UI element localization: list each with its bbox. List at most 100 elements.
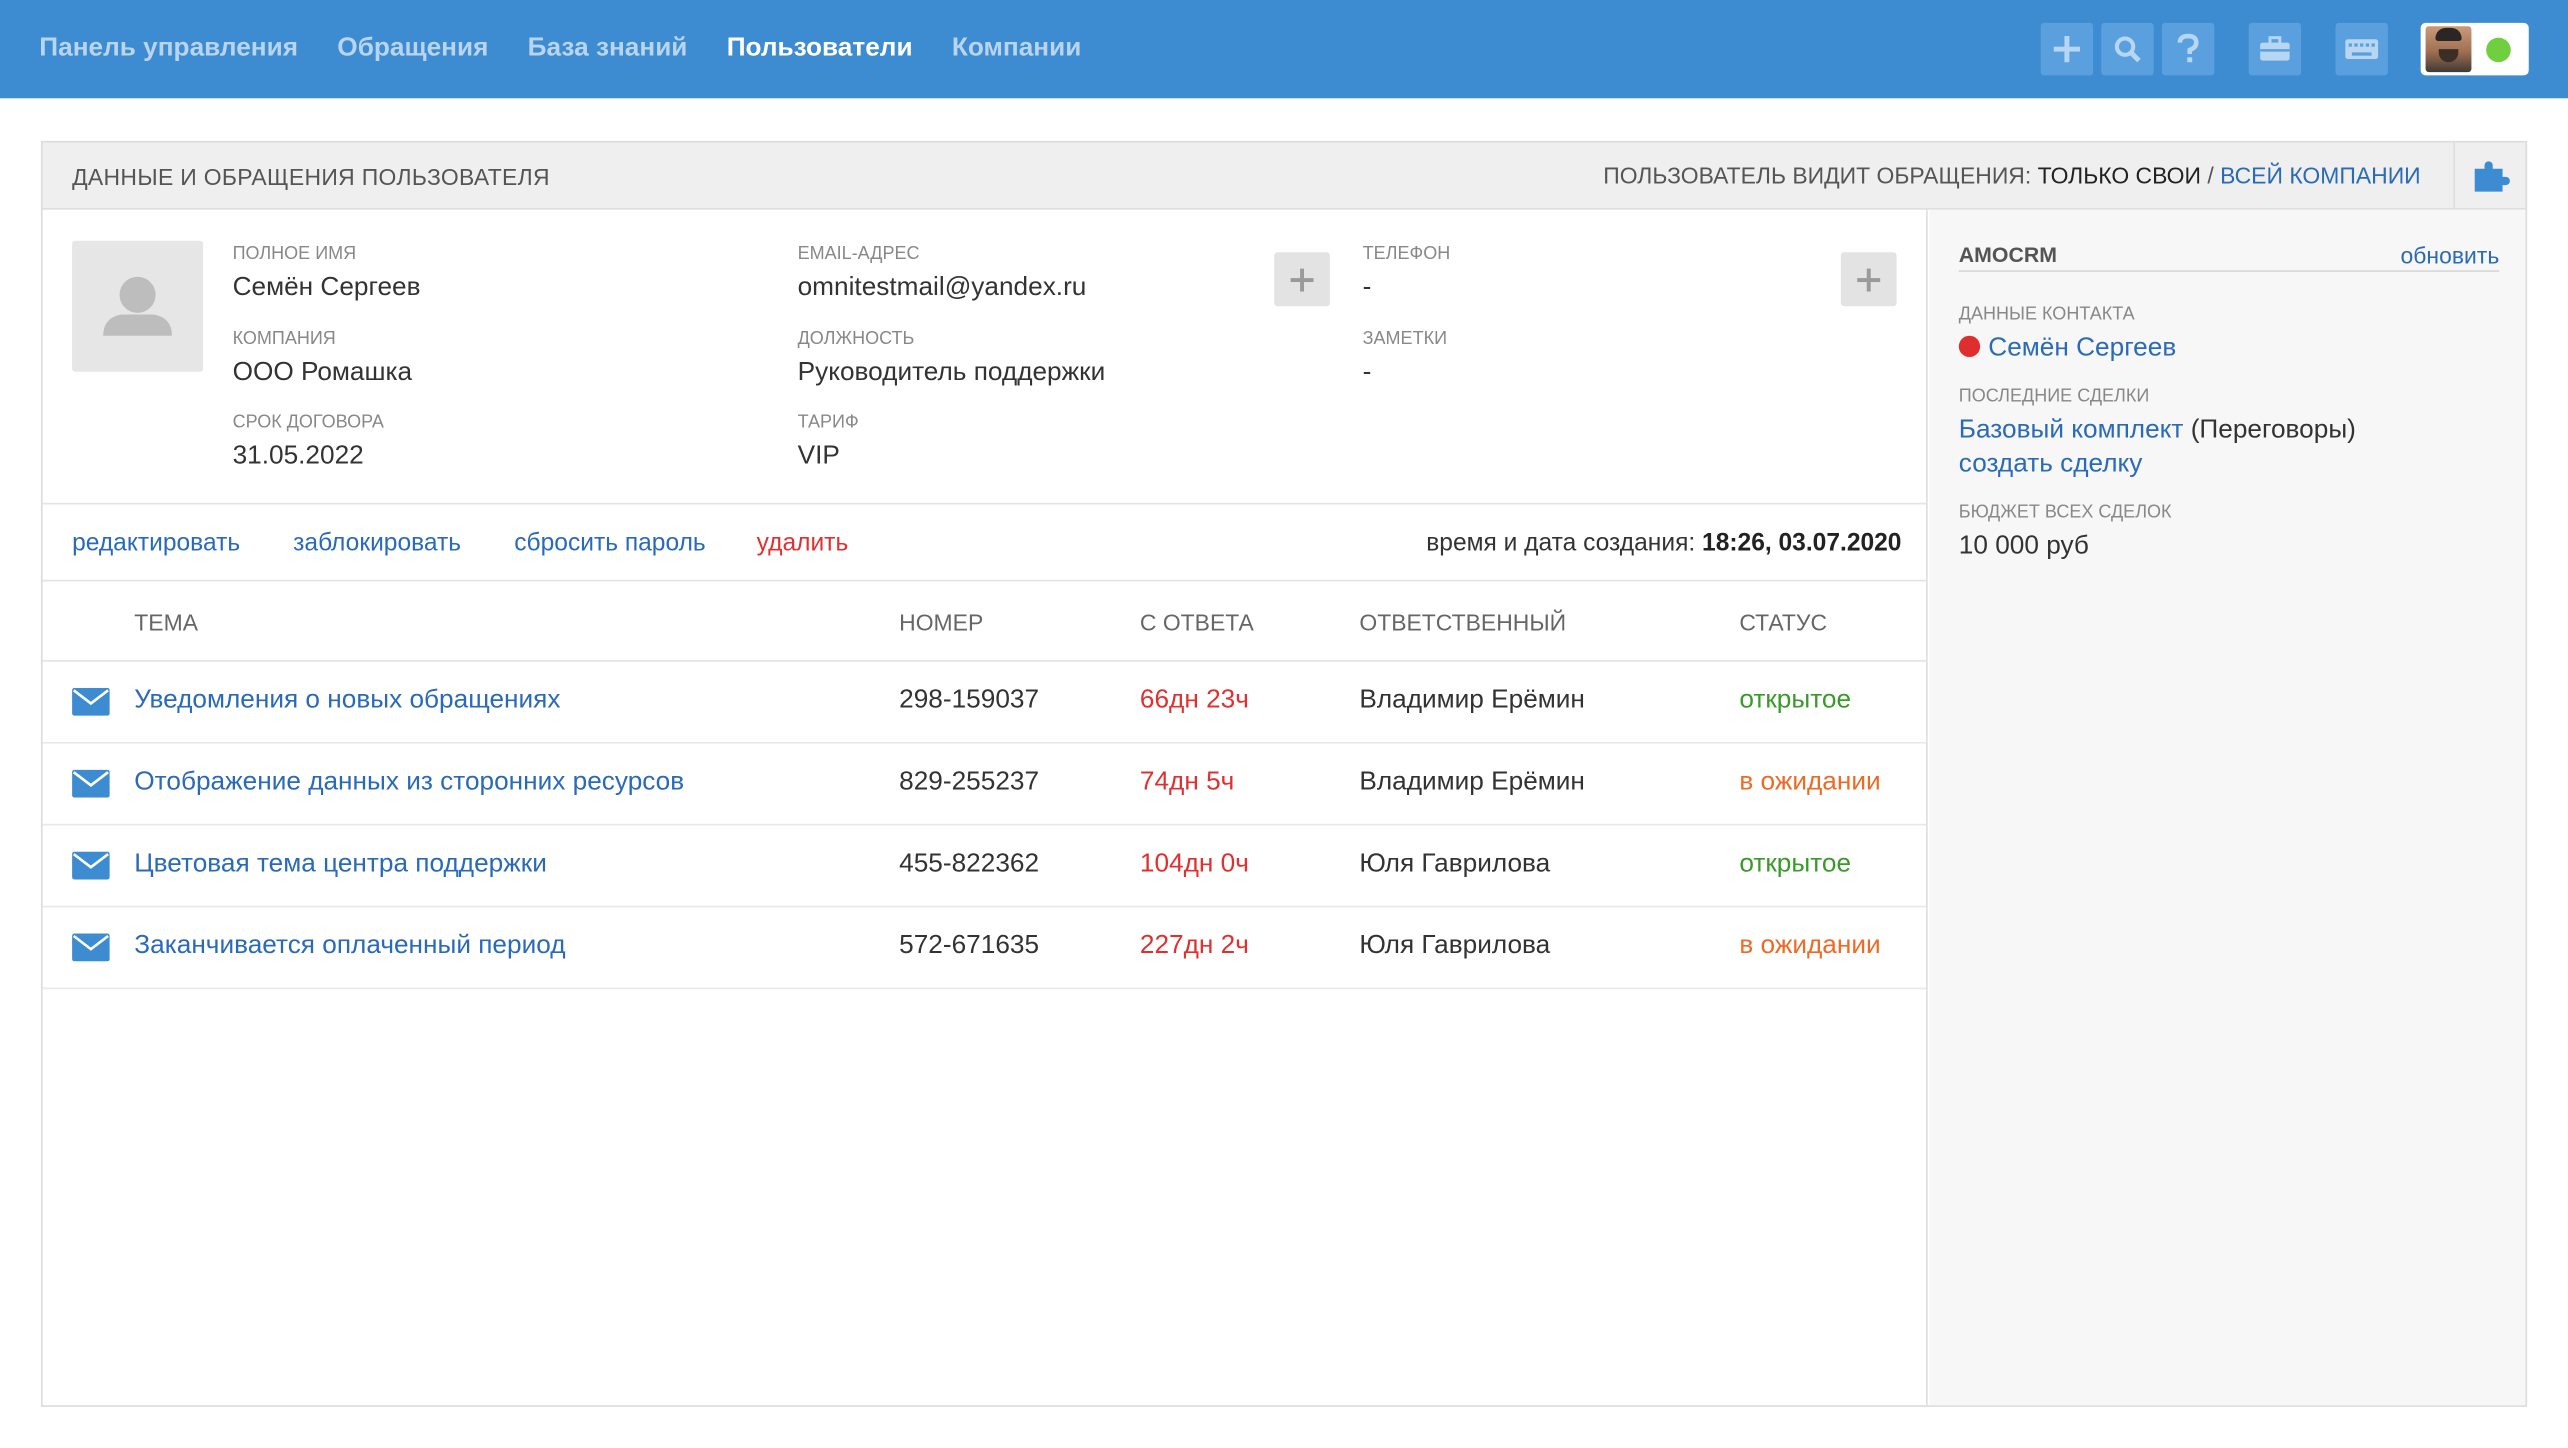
budget-label: Бюджет всех сделок [1958, 502, 2172, 523]
header-assignee[interactable]: Ответственный [1359, 609, 1566, 635]
email-label: Email-адрес [797, 244, 920, 264]
ticket-status: в ожидании [1739, 931, 1881, 960]
header-subject[interactable]: Тема [134, 609, 198, 635]
tariff-label: Тариф [797, 412, 859, 433]
plus-icon [2053, 36, 2081, 63]
ticket-assignee: Юля Гаврилова [1359, 931, 1551, 960]
ticket-since-reply: 74дн 5ч [1139, 768, 1235, 796]
keyboard-button[interactable] [2335, 22, 2388, 76]
ticket-assignee: Юля Гаврилова [1359, 850, 1551, 878]
ticket-subject[interactable]: Отображение данных из сторонних ресурсов [134, 768, 684, 797]
notes-label: Заметки [1362, 329, 1448, 349]
visibility-own-only: только свои [2037, 162, 2201, 189]
position-label: Должность [797, 329, 915, 349]
header-number[interactable]: Номер [899, 609, 983, 635]
add-email-button[interactable] [1274, 252, 1330, 307]
ticket-number: 455-822362 [899, 850, 1040, 878]
company-value: ООО Ромашка [232, 358, 413, 387]
reset-password-link[interactable]: сбросить пароль [514, 529, 705, 557]
create-button[interactable] [2040, 22, 2094, 76]
ticket-since-reply: 104дн 0ч [1139, 850, 1249, 878]
edit-user-link[interactable]: редактировать [72, 529, 240, 557]
ticket-subject[interactable]: Заканчивается оплаченный период [134, 932, 565, 961]
contact-value: Семён Сергеев [1958, 334, 2176, 363]
ticket-subject[interactable]: Уведомления о новых обращениях [134, 686, 560, 715]
user-actions-bar: редактировать заблокировать сбросить пар… [42, 502, 1927, 582]
fullname-field: Полное имя Семён Сергеев [233, 244, 421, 305]
contract-field: Срок договора 31.05.2022 [233, 413, 384, 474]
nav-item-users[interactable]: Пользователи [727, 34, 913, 63]
crm-refresh-link[interactable]: обновить [2401, 242, 2500, 268]
header-status[interactable]: Статус [1739, 609, 1827, 635]
contact-status-dot [1958, 335, 1981, 358]
create-deal-link[interactable]: создать сделку [1959, 450, 2143, 478]
email-value: omnitestmail@yandex.ru [797, 273, 1087, 302]
envelope-icon [72, 769, 110, 798]
nav-item-tickets[interactable]: Обращения [337, 34, 488, 63]
panel-header: Данные и обращения пользователя Пользова… [42, 142, 2526, 210]
plus-icon [1290, 267, 1314, 291]
notes-field: Заметки - [1363, 329, 1447, 390]
visibility-prefix: Пользователь видит обращения: [1603, 162, 2032, 189]
budget-value: 10 000 руб [1958, 532, 2089, 561]
user-silhouette-icon [103, 276, 172, 336]
created-at-label: время и дата создания: [1426, 529, 1696, 557]
user-panel: Данные и обращения пользователя Пользова… [40, 140, 2528, 1407]
ticket-status: открытое [1739, 686, 1852, 715]
user-photo-placeholder [72, 240, 204, 372]
visibility-whole-company-link[interactable]: всей компании [2220, 162, 2421, 188]
company-field: Компания ООО Ромашка [233, 329, 413, 390]
ticket-since-reply: 66дн 23ч [1139, 686, 1249, 715]
tickets-table: Тема Номер С ответа Ответственный Статус… [42, 580, 1927, 990]
deal-name-link[interactable]: Базовый комплект [1959, 416, 2184, 444]
table-row[interactable]: Заканчивается оплаченный период 572-6716… [42, 907, 1927, 990]
visibility-separator: / [2207, 162, 2214, 189]
contract-label: Срок договора [232, 412, 384, 433]
add-phone-button[interactable] [1840, 252, 1897, 307]
envelope-icon [72, 851, 110, 880]
phone-label: Телефон [1362, 244, 1451, 264]
briefcase-button[interactable] [2248, 22, 2302, 76]
nav-item-companies[interactable]: Компании [952, 34, 1081, 63]
ticket-subject[interactable]: Цветовая тема центра поддержки [134, 850, 547, 879]
plus-icon [1857, 267, 1881, 291]
ticket-visibility: Пользователь видит обращения: только сво… [1603, 162, 2420, 188]
deals-label: Последние сделки [1958, 386, 2150, 407]
block-user-link[interactable]: заблокировать [293, 529, 461, 557]
ticket-status: открытое [1739, 850, 1852, 878]
table-row[interactable]: Цветовая тема центра поддержки 455-82236… [42, 825, 1927, 908]
nav-item-knowledge-base[interactable]: База знаний [528, 34, 688, 63]
user-details-area: Полное имя Семён Сергеев Компания ООО Ро… [42, 209, 1928, 1406]
envelope-icon [72, 933, 110, 962]
create-deal-row: создать сделку [1959, 450, 2143, 479]
ticket-assignee: Владимир Ерёмин [1359, 686, 1585, 715]
position-field: Должность Руководитель поддержки [798, 329, 1106, 390]
ticket-status: в ожидании [1739, 768, 1881, 796]
table-row[interactable]: Отображение данных из сторонних ресурсов… [42, 744, 1927, 826]
fullname-value: Семён Сергеев [232, 273, 421, 302]
deal-stage: (Переговоры) [2190, 416, 2356, 444]
crm-header: AmoCRM обновить [1958, 242, 2500, 272]
top-navigation-bar: Панель управления Обращения База знаний … [0, 0, 2568, 99]
header-since-reply[interactable]: С ответа [1140, 609, 1254, 635]
keyboard-icon [2345, 39, 2379, 59]
created-at-value: 18:26, 03.07.2020 [1702, 529, 1902, 557]
tariff-field: Тариф VIP [798, 413, 859, 474]
help-button[interactable] [2161, 22, 2215, 76]
table-row[interactable]: Уведомления о новых обращениях 298-15903… [42, 662, 1927, 744]
nav-item-dashboard[interactable]: Панель управления [39, 34, 298, 63]
user-menu[interactable] [2420, 22, 2529, 76]
fullname-label: Полное имя [232, 244, 357, 264]
search-button[interactable] [2101, 22, 2154, 76]
company-label: Компания [232, 329, 336, 349]
contact-name-link[interactable]: Семён Сергеев [1988, 334, 2176, 362]
plugins-button[interactable] [2453, 142, 2525, 209]
ticket-assignee: Владимир Ерёмин [1359, 768, 1585, 796]
delete-user-link[interactable]: удалить [757, 529, 849, 557]
ticket-number: 572-671635 [899, 931, 1040, 960]
table-header: Тема Номер С ответа Ответственный Статус [42, 580, 1927, 662]
phone-value: - [1362, 273, 1372, 302]
panel-title: Данные и обращения пользователя [72, 163, 550, 190]
contact-label: Данные контакта [1958, 304, 2135, 325]
created-at: время и дата создания: 18:26, 03.07.2020 [1426, 529, 1901, 557]
